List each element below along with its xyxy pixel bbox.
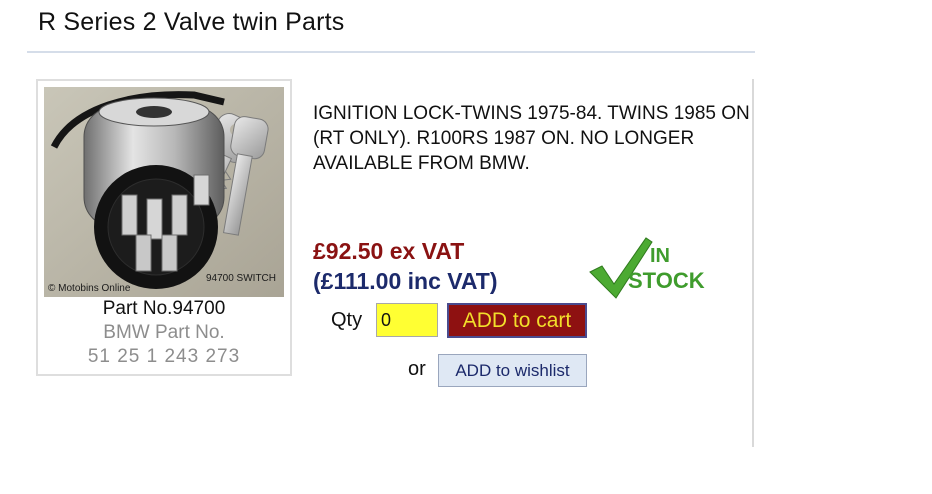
price-ex-vat: £92.50 ex VAT bbox=[313, 238, 465, 264]
price-inc-vat: (£111.00 inc VAT) bbox=[313, 268, 498, 294]
bmw-part-number: 51 25 1 243 273 bbox=[87, 346, 241, 367]
in-stock-badge: IN STOCK bbox=[588, 236, 714, 300]
photo-caption: 94700 SWITCH bbox=[205, 273, 276, 284]
stock-line-1: IN bbox=[650, 245, 670, 267]
product-description: IGNITION LOCK-TWINS 1975-84. TWINS 1985 … bbox=[313, 103, 750, 174]
title-divider bbox=[27, 51, 755, 53]
product-image-box: © Motobins Online 94700 SWITCH Part No.9… bbox=[36, 79, 292, 376]
add-to-cart-button[interactable]: ADD to cart bbox=[447, 303, 587, 338]
checkmark-icon: IN STOCK bbox=[589, 237, 705, 299]
add-to-wishlist-button[interactable]: ADD to wishlist bbox=[438, 354, 587, 387]
photo-watermark: © Motobins Online bbox=[48, 283, 131, 294]
product-photo[interactable]: © Motobins Online 94700 SWITCH bbox=[44, 87, 284, 297]
bmw-part-label: BMW Part No. bbox=[103, 322, 225, 343]
stock-line-2: STOCK bbox=[628, 268, 705, 293]
part-number: Part No.94700 bbox=[102, 298, 226, 319]
or-label: or bbox=[408, 358, 426, 380]
qty-label: Qty bbox=[331, 309, 363, 331]
quantity-input[interactable] bbox=[376, 303, 438, 337]
ignition-switch-image bbox=[44, 87, 284, 297]
page-title: R Series 2 Valve twin Parts bbox=[38, 8, 345, 36]
